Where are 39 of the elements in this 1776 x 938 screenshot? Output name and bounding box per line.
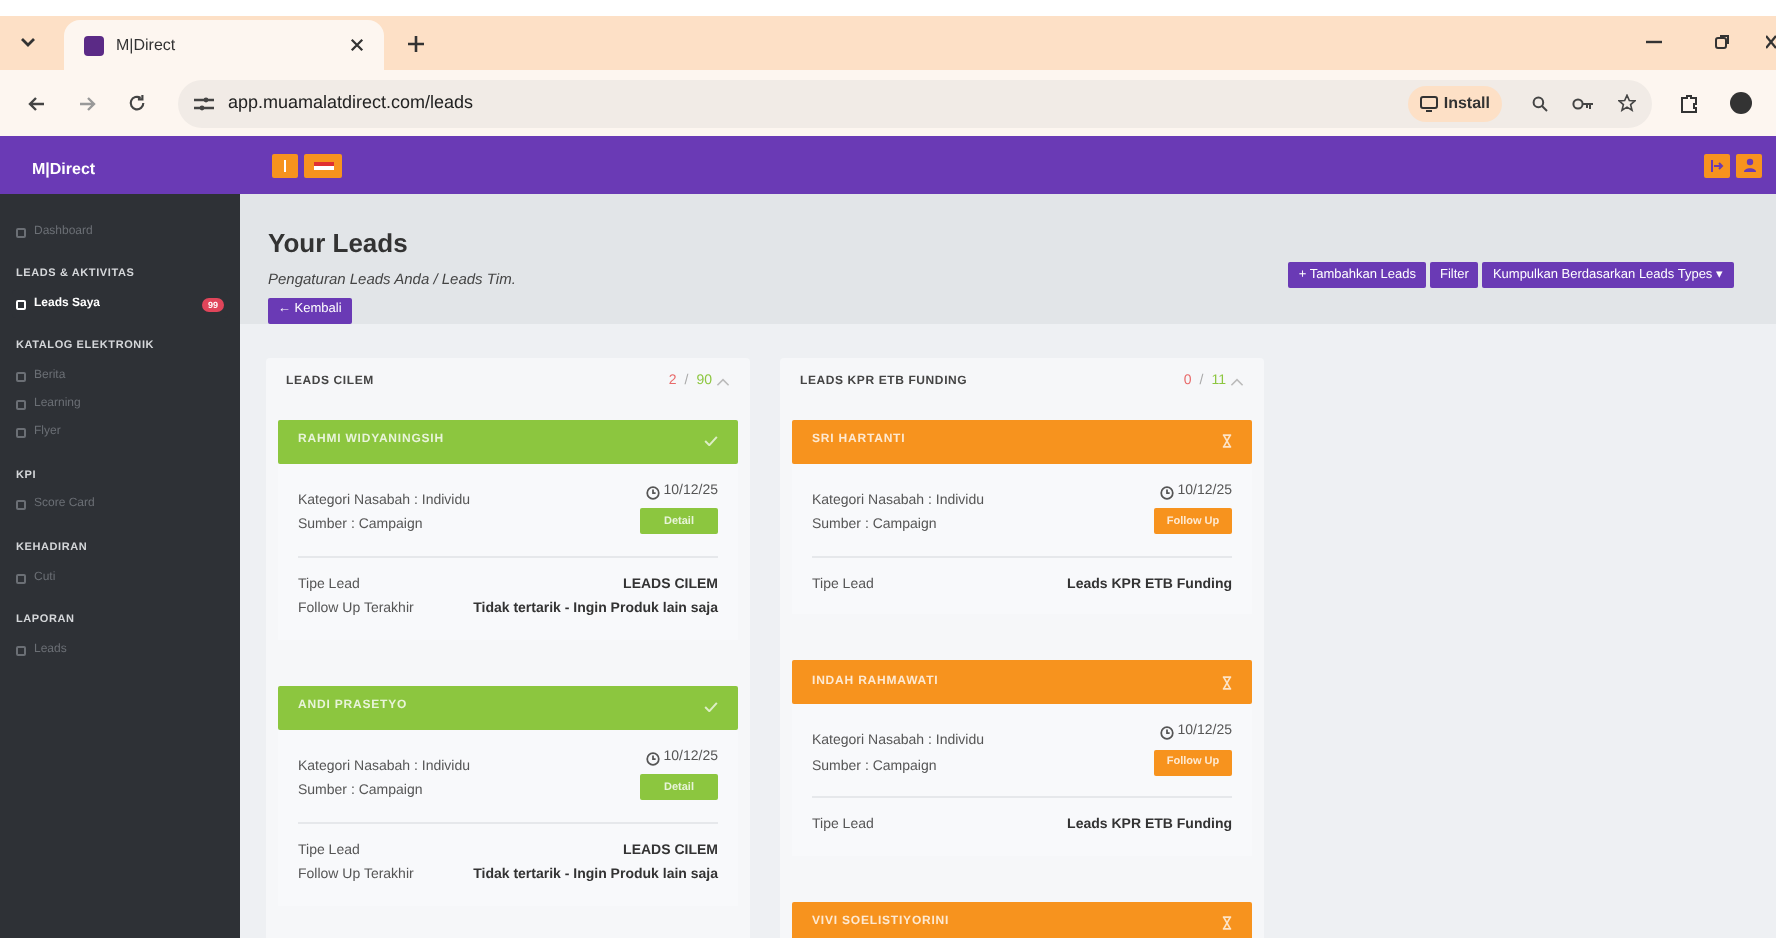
favicon-icon [84,35,104,55]
language-button[interactable] [304,153,342,177]
clock-icon [1159,726,1174,740]
profile-avatar[interactable] [1730,92,1752,114]
user-button[interactable] [1736,153,1762,177]
close-icon[interactable] [350,38,364,52]
new-tab-icon[interactable] [408,36,424,52]
site-settings-icon[interactable] [194,95,214,111]
tab-list-icon[interactable] [20,34,36,50]
address-bar[interactable]: app.muamalatdirect.com/leads Install [178,79,1652,127]
page-title: Your Leads [268,226,408,262]
hourglass-icon [1222,434,1232,449]
star-icon[interactable] [1618,94,1636,112]
clock-icon [1159,485,1174,499]
clock-icon [645,751,660,765]
password-key-icon[interactable] [1572,97,1594,109]
app-logo[interactable]: M|Direct [32,159,96,177]
back-icon[interactable] [28,95,46,111]
install-button[interactable]: Install [1407,85,1502,121]
logout-icon [1710,159,1724,171]
user-icon [1743,158,1755,172]
check-icon [704,702,718,713]
zoom-icon[interactable] [1532,95,1548,111]
tab-title: M|Direct [116,33,178,57]
install-icon [1419,95,1438,111]
hourglass-icon [1222,675,1232,690]
extensions-icon[interactable] [1680,93,1698,113]
check-icon [704,436,718,447]
url-text: app.muamalatdirect.com/leads [228,89,476,116]
logout-button[interactable] [1704,153,1730,177]
restore-icon[interactable] [1714,34,1730,50]
browser-tab[interactable]: M|Direct [64,20,384,70]
clock-icon [645,485,660,499]
alert-button[interactable] [272,153,298,177]
reload-icon[interactable] [128,94,146,112]
hourglass-icon [1222,916,1232,931]
minimize-icon[interactable] [1646,40,1662,44]
close-window-icon[interactable] [1766,34,1776,50]
forward-icon[interactable] [78,95,96,111]
